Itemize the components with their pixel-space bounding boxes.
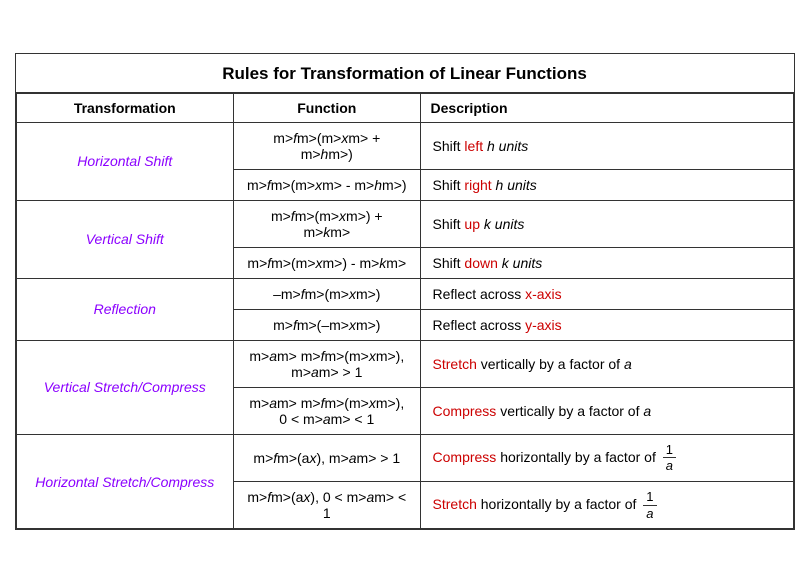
description-cell: Compress vertically by a factor of a: [420, 387, 793, 434]
header-function: Function: [234, 93, 420, 122]
function-cell: m>fm>(m>xm>) + m>km>: [234, 200, 420, 247]
table-row: Reflection–m>fm>(m>xm>)Reflect across x-…: [16, 278, 793, 309]
table-row: Vertical Shiftm>fm>(m>xm>) + m>km>Shift …: [16, 200, 793, 247]
function-cell: m>fm>(ax), 0 < m>am> < 1: [234, 482, 420, 529]
function-cell: m>am> m>fm>(m>xm>), 0 < m>am> < 1: [234, 387, 420, 434]
function-cell: –m>fm>(m>xm>): [234, 278, 420, 309]
header-description: Description: [420, 93, 793, 122]
table-row: Vertical Stretch/Compressm>am> m>fm>(m>x…: [16, 340, 793, 387]
table-title: Rules for Transformation of Linear Funct…: [16, 54, 794, 93]
header-transformation: Transformation: [16, 93, 234, 122]
function-cell: m>fm>(ax), m>am> > 1: [234, 434, 420, 481]
description-cell: Reflect across y-axis: [420, 309, 793, 340]
transform-label: Horizontal Stretch/Compress: [16, 434, 234, 528]
function-cell: m>am> m>fm>(m>xm>), m>am> > 1: [234, 340, 420, 387]
description-cell: Shift up k units: [420, 200, 793, 247]
description-cell: Stretch horizontally by a factor of 1 a: [420, 482, 793, 529]
transform-label: Vertical Stretch/Compress: [16, 340, 234, 434]
description-cell: Compress horizontally by a factor of 1 a: [420, 434, 793, 481]
description-cell: Stretch vertically by a factor of a: [420, 340, 793, 387]
function-cell: m>fm>(–m>xm>): [234, 309, 420, 340]
table-row: Horizontal Shiftm>fm>(m>xm> + m>hm>)Shif…: [16, 122, 793, 169]
description-cell: Shift right h units: [420, 169, 793, 200]
transform-label: Horizontal Shift: [16, 122, 234, 200]
description-cell: Shift down k units: [420, 247, 793, 278]
transformation-table: Rules for Transformation of Linear Funct…: [15, 53, 795, 530]
function-cell: m>fm>(m>xm>) - m>km>: [234, 247, 420, 278]
function-cell: m>fm>(m>xm> - m>hm>): [234, 169, 420, 200]
function-cell: m>fm>(m>xm> + m>hm>): [234, 122, 420, 169]
description-cell: Shift left h units: [420, 122, 793, 169]
transform-label: Reflection: [16, 278, 234, 340]
description-cell: Reflect across x-axis: [420, 278, 793, 309]
table-row: Horizontal Stretch/Compressm>fm>(ax), m>…: [16, 434, 793, 481]
transform-label: Vertical Shift: [16, 200, 234, 278]
